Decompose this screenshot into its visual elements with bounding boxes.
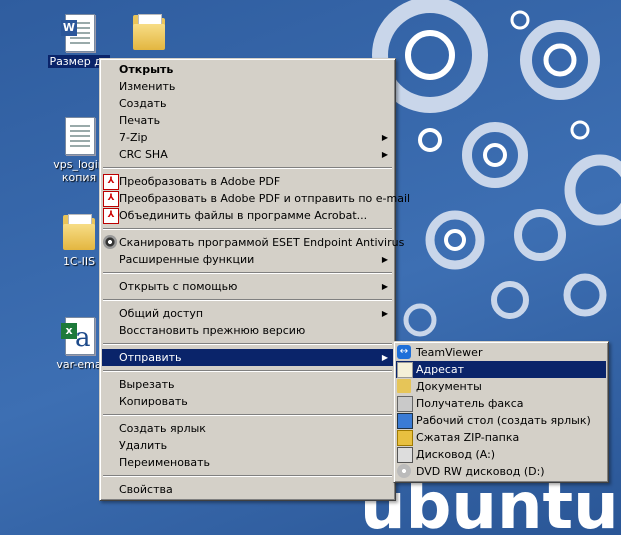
adobe-pdf-icon: ⅄	[103, 191, 119, 207]
fax-icon	[397, 396, 413, 412]
context-menu: Открыть Изменить Создать Печать 7-Zip ▶ C…	[99, 58, 410, 501]
submenu-arrow-icon: ▶	[381, 309, 388, 318]
menu-item-edit[interactable]: Изменить	[102, 78, 393, 95]
send-to-dvd[interactable]: DVD RW дисковод (D:)	[396, 463, 606, 480]
menu-separator	[103, 414, 392, 416]
menu-item-create-shortcut[interactable]: Создать ярлык	[102, 420, 393, 437]
send-to-fax[interactable]: Получатель факса	[396, 395, 606, 412]
menu-separator	[103, 228, 392, 230]
desktop-icon	[397, 413, 413, 429]
menu-item-advanced[interactable]: Расширенные функции ▶	[102, 251, 393, 268]
menu-item-label: Документы	[416, 380, 482, 393]
menu-item-label: Дисковод (A:)	[416, 448, 496, 461]
eset-antivirus-icon	[103, 235, 117, 249]
menu-item-label: DVD RW дисковод (D:)	[416, 465, 545, 478]
menu-item-rename[interactable]: Переименовать	[102, 454, 393, 471]
send-to-zip[interactable]: Сжатая ZIP-папка	[396, 429, 606, 446]
menu-item-label: Расширенные функции	[119, 253, 255, 266]
menu-item-label: Получатель факса	[416, 397, 524, 410]
menu-item-label: Адресат	[416, 363, 465, 376]
menu-separator	[103, 299, 392, 301]
menu-item-label: Объединить файлы в программе Acrobat...	[119, 209, 368, 222]
documents-folder-icon	[397, 379, 411, 393]
menu-item-properties[interactable]: Свойства	[102, 481, 393, 498]
desktop-icon-folder-top[interactable]	[114, 12, 184, 52]
adobe-pdf-icon: ⅄	[103, 208, 119, 224]
menu-separator	[103, 475, 392, 477]
adobe-pdf-icon: ⅄	[103, 174, 119, 190]
menu-item-cut[interactable]: Вырезать	[102, 376, 393, 393]
teamviewer-icon: ↔	[397, 345, 411, 359]
menu-item-crc-sha[interactable]: CRC SHA ▶	[102, 146, 393, 163]
send-to-submenu: ↔ TeamViewer Адресат Документы Получатель…	[393, 341, 609, 483]
folder-icon	[59, 212, 99, 252]
submenu-arrow-icon: ▶	[381, 353, 388, 362]
menu-separator	[103, 272, 392, 274]
menu-item-pdf-combine[interactable]: ⅄ Объединить файлы в программе Acrobat...	[102, 207, 393, 224]
menu-item-print[interactable]: Печать	[102, 112, 393, 129]
menu-separator	[103, 370, 392, 372]
menu-item-label: Открыть с помощью	[119, 280, 238, 293]
menu-item-share[interactable]: Общий доступ ▶	[102, 305, 393, 322]
menu-item-label: Общий доступ	[119, 307, 204, 320]
menu-item-label: Преобразовать в Adobe PDF	[119, 175, 281, 188]
menu-item-create[interactable]: Создать	[102, 95, 393, 112]
word-document-icon: W	[59, 12, 99, 52]
menu-item-open-with[interactable]: Открыть с помощью ▶	[102, 278, 393, 295]
menu-item-label: Сжатая ZIP-папка	[416, 431, 520, 444]
floppy-drive-icon	[397, 447, 413, 463]
desktop-icon-label: 1C-IIS	[62, 255, 96, 268]
menu-item-eset-scan[interactable]: Сканировать программой ESET Endpoint Ant…	[102, 234, 404, 251]
menu-separator	[103, 167, 392, 169]
menu-item-send-to[interactable]: Отправить ▶	[102, 349, 393, 366]
send-to-recipient[interactable]: Адресат	[396, 361, 606, 378]
menu-item-label: TeamViewer	[416, 346, 483, 359]
submenu-arrow-icon: ▶	[381, 150, 388, 159]
menu-item-label: CRC SHA	[119, 148, 168, 161]
menu-item-label: Преобразовать в Adobe PDF и отправить по…	[119, 192, 411, 205]
dvd-drive-icon	[397, 464, 411, 478]
text-document-icon	[59, 115, 99, 155]
menu-item-restore-version[interactable]: Восстановить прежнюю версию	[102, 322, 393, 339]
desktop-icon-label-line2: копия	[61, 171, 97, 184]
menu-item-7zip[interactable]: 7-Zip ▶	[102, 129, 393, 146]
menu-item-label: 7-Zip	[119, 131, 148, 144]
zip-folder-icon	[397, 430, 413, 446]
submenu-arrow-icon: ▶	[381, 255, 388, 264]
desktop: ubuntu W Размер до vps_login копия 1C-II…	[0, 0, 621, 535]
menu-item-label: Рабочий стол (создать ярлык)	[416, 414, 591, 427]
menu-item-pdf-convert[interactable]: ⅄ Преобразовать в Adobe PDF	[102, 173, 393, 190]
menu-item-label: Сканировать программой ESET Endpoint Ant…	[119, 236, 405, 249]
desktop-icon-label: vps_login	[53, 158, 105, 171]
menu-item-open[interactable]: Открыть	[102, 61, 393, 78]
submenu-arrow-icon: ▶	[381, 282, 388, 291]
send-to-documents[interactable]: Документы	[396, 378, 606, 395]
menu-item-delete[interactable]: Удалить	[102, 437, 393, 454]
menu-separator	[103, 343, 392, 345]
mail-recipient-icon	[397, 362, 413, 378]
menu-item-pdf-email[interactable]: ⅄ Преобразовать в Adobe PDF и отправить п…	[102, 190, 410, 207]
desktop-icon-label: var-ema	[56, 358, 102, 371]
send-to-teamviewer[interactable]: ↔ TeamViewer	[396, 344, 606, 361]
send-to-desktop[interactable]: Рабочий стол (создать ярлык)	[396, 412, 606, 429]
send-to-floppy[interactable]: Дисковод (A:)	[396, 446, 606, 463]
menu-item-copy[interactable]: Копировать	[102, 393, 393, 410]
folder-icon	[129, 12, 169, 52]
submenu-arrow-icon: ▶	[381, 133, 388, 142]
menu-item-label: Отправить	[119, 351, 182, 364]
excel-text-icon: ax	[59, 315, 99, 355]
